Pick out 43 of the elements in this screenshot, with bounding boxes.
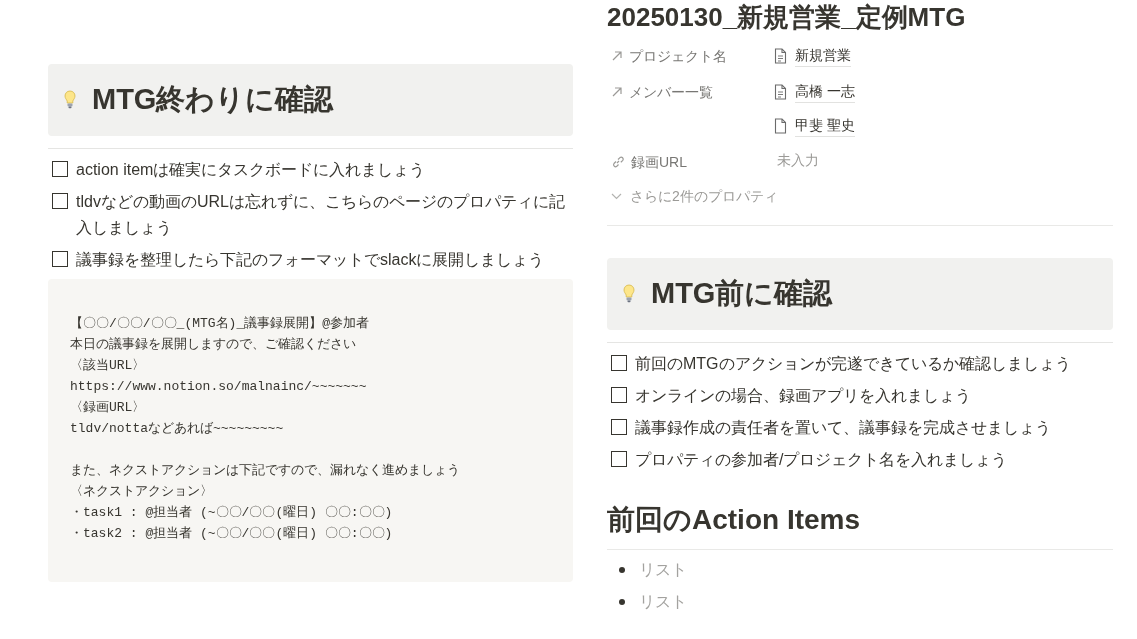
todo-text: tldvなどの動画のURLは忘れずに、こちらのページのプロパティに記入しましょう — [76, 192, 566, 238]
checkbox[interactable] — [611, 387, 627, 403]
checkbox[interactable] — [52, 193, 68, 209]
checkbox[interactable] — [611, 451, 627, 467]
document-icon — [774, 118, 787, 134]
page-link[interactable]: 甲斐 聖史 — [774, 113, 855, 139]
document-icon — [774, 48, 787, 64]
todo-text: 議事録作成の責任者を置いて、議事録を完成させましょう — [635, 418, 1051, 438]
link-icon — [611, 155, 625, 169]
property-name: 録画URL — [631, 152, 687, 172]
code-line: 【〇〇/〇〇/〇〇_(MTG名)_議事録展開】@参加者 — [70, 315, 370, 333]
lightbulb-icon — [623, 284, 635, 304]
code-line: 〈録画URL〉 — [70, 399, 147, 417]
document-icon — [774, 84, 787, 100]
todo-text: action itemは確実にタスクボードに入れましょう — [76, 160, 426, 180]
code-line: tldv/nottaなどあれば~~~~~~~~~ — [70, 420, 285, 438]
property-name: メンバー一覧 — [629, 82, 713, 102]
todo-text: オンラインの場合、録画アプリを入れましょう — [635, 386, 971, 406]
checkbox[interactable] — [52, 161, 68, 177]
property-name: プロジェクト名 — [629, 46, 727, 66]
arrow-icon — [611, 86, 623, 98]
checkbox[interactable] — [611, 355, 627, 371]
code-line: https://www.notion.so/malnainc/~~~~~~~ — [70, 378, 368, 396]
callout-heading: MTG終わりに確認 — [92, 82, 334, 118]
checkbox[interactable] — [611, 419, 627, 435]
callout-heading: MTG前に確認 — [651, 276, 833, 312]
page-link[interactable]: 新規営業 — [774, 43, 851, 69]
page-title[interactable]: 20250130_新規営業_定例MTG — [607, 2, 1113, 32]
checkbox[interactable] — [52, 251, 68, 267]
lightbulb-icon — [64, 90, 76, 110]
code-line: 〈該当URL〉 — [70, 357, 147, 375]
todo-text: 議事録を整理したら下記のフォーマットでslackに展開しましょう — [76, 250, 545, 270]
code-line: また、ネクストアクションは下記ですので、漏れなく進めましょう — [70, 462, 461, 480]
page-link[interactable]: 高橋 一志 — [774, 79, 855, 105]
code-line: 〈ネクストアクション〉 — [70, 483, 214, 501]
code-line: 本日の議事録を展開しますので、ご確認ください — [70, 336, 357, 354]
code-line: ・task1 : @担当者 (~〇〇/〇〇(曜日) 〇〇:〇〇) — [70, 504, 394, 522]
chevron-icon — [611, 193, 622, 200]
todo-text: プロパティの参加者/プロジェクト名を入れましょう — [635, 450, 1008, 470]
code-line: ・task2 : @担当者 (~〇〇/〇〇(曜日) 〇〇:〇〇) — [70, 525, 394, 543]
arrow-icon — [611, 50, 623, 62]
section-heading: 前回のAction Items — [607, 499, 1113, 550]
todo-text: 前回のMTGのアクションが完遂できているか確認しましょう — [635, 354, 1071, 374]
